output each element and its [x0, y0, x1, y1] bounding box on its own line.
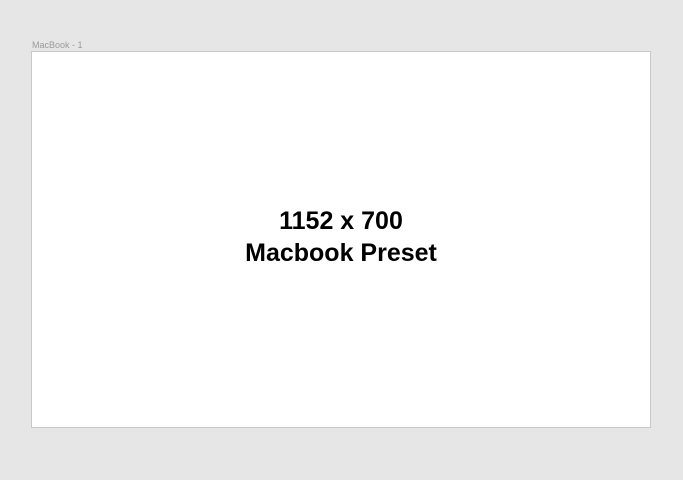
frame-content-text: 1152 x 700 Macbook Preset — [245, 205, 437, 269]
macbook-artboard-frame[interactable]: 1152 x 700 Macbook Preset — [31, 51, 651, 428]
frame-name-label[interactable]: MacBook - 1 — [32, 39, 83, 51]
design-canvas[interactable]: MacBook - 1 1152 x 700 Macbook Preset — [0, 0, 683, 480]
preset-heading: Macbook Preset — [245, 239, 437, 267]
dimensions-heading: 1152 x 700 — [279, 207, 403, 235]
